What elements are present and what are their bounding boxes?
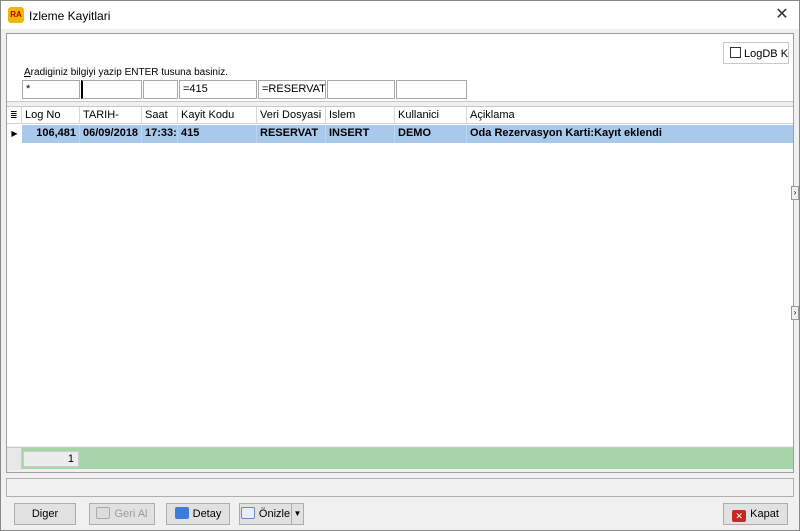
column-header-tarih[interactable]: TARIH-: [80, 107, 142, 124]
search-hint: Aradiginiz bilgiyi yazip ENTER tusuna ba…: [24, 67, 228, 78]
detay-label: Detay: [192, 508, 222, 520]
filter-veri-dosyasi[interactable]: =RESERVAT: [258, 80, 326, 99]
column-menu-icon: ≣: [10, 110, 18, 120]
column-header-saat[interactable]: Saat: [142, 107, 178, 124]
search-hint-text: radiginiz bilgiyi yazip ENTER tusuna bas…: [30, 67, 228, 78]
cell-tarih[interactable]: 06/09/2018: [80, 125, 142, 143]
column-header-kayit-kodu[interactable]: Kayit Kodu: [178, 107, 257, 124]
folder-open-icon: [174, 507, 189, 519]
filter-tarih[interactable]: [81, 80, 142, 99]
kapat-button[interactable]: ✕ Kapat: [723, 503, 788, 525]
table-row[interactable]: ▶ 106,481 06/09/2018 17:33: 415 RESERVAT…: [7, 125, 793, 143]
right-expand-bottom-icon[interactable]: ›: [791, 306, 799, 320]
cell-veri-dosyasi[interactable]: RESERVAT: [257, 125, 326, 143]
filter-saat[interactable]: [143, 80, 178, 99]
onizle-button[interactable]: Önizle ▼: [239, 503, 304, 525]
geri-al-button[interactable]: Geri Al: [89, 503, 155, 525]
filter-log-no[interactable]: *: [22, 80, 80, 99]
close-circle-icon: ✕: [732, 510, 747, 522]
logdb-checkbox[interactable]: LogDB Ki: [723, 42, 789, 64]
row-indicator-icon: ▶: [7, 125, 22, 143]
title-bar: RA Izleme Kayitlari ✕: [1, 1, 799, 29]
log-grid: ≣ Log No TARIH- Saat Kayit Kodu Veri Dos…: [7, 106, 793, 446]
geri-al-label: Geri Al: [114, 508, 148, 520]
window-title: Izleme Kayitlari: [29, 9, 111, 23]
main-panel: LogDB Ki Aradiginiz bilgiyi yazip ENTER …: [6, 33, 794, 473]
filter-aciklama[interactable]: [468, 80, 788, 99]
filter-islem[interactable]: [327, 80, 395, 99]
cell-islem[interactable]: INSERT: [326, 125, 395, 143]
chevron-down-icon[interactable]: ▼: [291, 504, 303, 524]
logdb-label: LogDB Ki: [744, 48, 789, 60]
checkbox-icon: [730, 47, 741, 58]
status-bar: [6, 478, 794, 497]
column-header-veri-dosyasi[interactable]: Veri Dosyasi: [257, 107, 326, 124]
filter-kayit-kodu[interactable]: =415: [179, 80, 257, 99]
undo-icon: [96, 507, 111, 519]
onizle-label: Önizle: [258, 508, 291, 520]
filter-kullanici[interactable]: [396, 80, 467, 99]
column-header-aciklama[interactable]: Açiklama: [467, 107, 793, 124]
column-header-log-no[interactable]: Log No: [22, 107, 80, 124]
cell-kullanici[interactable]: DEMO: [395, 125, 467, 143]
cell-kayit-kodu[interactable]: 415: [178, 125, 257, 143]
search-hint-accesskey: A: [24, 67, 31, 78]
grid-footer: 1: [7, 447, 793, 470]
filter-panel: LogDB Ki Aradiginiz bilgiyi yazip ENTER …: [7, 34, 793, 102]
detay-button[interactable]: Detay: [166, 503, 230, 525]
app-icon: RA: [8, 7, 24, 23]
column-menu[interactable]: ≣: [7, 107, 22, 124]
close-window-icon[interactable]: ✕: [771, 4, 793, 26]
kapat-label: Kapat: [750, 508, 779, 520]
diger-button[interactable]: Diger: [14, 503, 76, 525]
cell-log-no[interactable]: 106,481: [22, 125, 80, 143]
preview-icon: [240, 507, 255, 519]
window: RA Izleme Kayitlari ✕ LogDB Ki Aradigini…: [0, 0, 800, 531]
footer-indicator: [7, 448, 22, 470]
cell-aciklama[interactable]: Oda Rezervasyon Karti:Kayıt eklendi: [467, 125, 793, 143]
column-header-kullanici[interactable]: Kullanici: [395, 107, 467, 124]
record-count: 1: [23, 451, 79, 467]
right-expand-top-icon[interactable]: ›: [791, 186, 799, 200]
column-header-islem[interactable]: Islem: [326, 107, 395, 124]
cell-saat[interactable]: 17:33:: [142, 125, 178, 143]
grid-header: ≣ Log No TARIH- Saat Kayit Kodu Veri Dos…: [7, 107, 793, 124]
